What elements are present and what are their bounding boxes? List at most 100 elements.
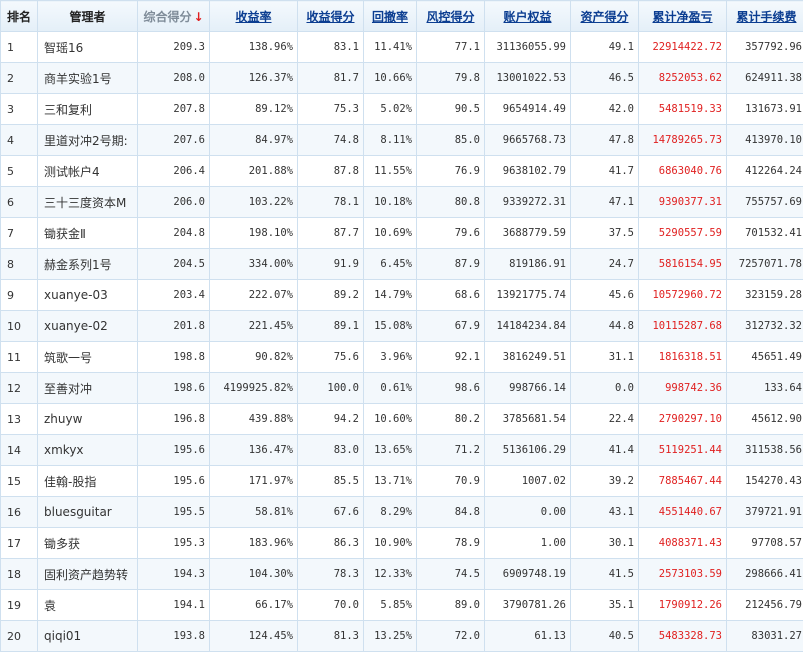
header-label: 排名 xyxy=(6,9,31,24)
cell-total-score: 195.6 xyxy=(137,465,210,497)
cell-net-pnl: 9390377.31 xyxy=(638,186,727,218)
cell-return-rate: 138.96% xyxy=(209,31,298,63)
table-row: 14 xmkyx 195.6 136.47% 83.0 13.65% 71.2 5136106… xyxy=(0,434,803,466)
cell-fees: 133.64 xyxy=(726,372,803,404)
sort-link-return-rate[interactable]: 收益率 xyxy=(235,10,271,24)
cell-return-score: 94.2 xyxy=(297,403,364,435)
table-row: 13 zhuyw 196.8 439.88% 94.2 10.60% 80.2 3785681… xyxy=(0,403,803,435)
header-rank: 排名 xyxy=(0,0,38,32)
cell-asset-score: 42.0 xyxy=(570,93,639,125)
cell-return-score: 89.1 xyxy=(297,310,364,342)
table-row: 16 bluesguitar 195.5 58.81% 67.6 8.29% 84.8 0.0… xyxy=(0,496,803,528)
cell-net-pnl: 5481519.33 xyxy=(638,93,727,125)
cell-fees: 154270.43 xyxy=(726,465,803,497)
cell-drawdown: 15.08% xyxy=(363,310,417,342)
cell-return-rate: 104.30% xyxy=(209,558,298,590)
cell-rank: 7 xyxy=(0,217,38,249)
cell-fees: 412264.24 xyxy=(726,155,803,187)
header-risk-score[interactable]: 风控得分 xyxy=(416,0,485,32)
cell-drawdown: 10.69% xyxy=(363,217,417,249)
cell-risk-score: 84.8 xyxy=(416,496,485,528)
cell-total-score: 206.4 xyxy=(137,155,210,187)
cell-risk-score: 85.0 xyxy=(416,124,485,156)
cell-fees: 45612.90 xyxy=(726,403,803,435)
cell-fees: 312732.32 xyxy=(726,310,803,342)
header-net-pnl[interactable]: 累计净盈亏 xyxy=(638,0,727,32)
header-total-score[interactable]: 综合得分 ↓ xyxy=(137,0,210,32)
header-asset-score[interactable]: 资产得分 xyxy=(570,0,639,32)
cell-total-score: 203.4 xyxy=(137,279,210,311)
cell-return-score: 85.5 xyxy=(297,465,364,497)
cell-return-rate: 201.88% xyxy=(209,155,298,187)
table-row: 20 qiqi01 193.8 124.45% 81.3 13.25% 72.0 61.13 4… xyxy=(0,620,803,652)
cell-return-score: 87.7 xyxy=(297,217,364,249)
cell-manager: 三十三度资本M xyxy=(37,186,138,218)
table-row: 3 三和复利 207.8 89.12% 75.3 5.02% 90.5 9654914.49 4… xyxy=(0,93,803,125)
cell-rank: 15 xyxy=(0,465,38,497)
cell-return-score: 78.1 xyxy=(297,186,364,218)
cell-fees: 379721.91 xyxy=(726,496,803,528)
cell-return-rate: 4199925.82% xyxy=(209,372,298,404)
cell-total-score: 195.5 xyxy=(137,496,210,528)
cell-rank: 10 xyxy=(0,310,38,342)
cell-return-score: 67.6 xyxy=(297,496,364,528)
cell-return-score: 75.3 xyxy=(297,93,364,125)
cell-rank: 18 xyxy=(0,558,38,590)
cell-drawdown: 3.96% xyxy=(363,341,417,373)
cell-drawdown: 13.65% xyxy=(363,434,417,466)
sort-link-account-equity[interactable]: 账户权益 xyxy=(503,10,551,24)
cell-account-equity: 0.00 xyxy=(484,496,571,528)
table-row: 1 智瑶16 209.3 138.96% 83.1 11.41% 77.1 31136055.… xyxy=(0,31,803,63)
cell-asset-score: 44.8 xyxy=(570,310,639,342)
cell-account-equity: 6909748.19 xyxy=(484,558,571,590)
sort-link-fees[interactable]: 累计手续费 xyxy=(736,10,796,24)
cell-drawdown: 12.33% xyxy=(363,558,417,590)
cell-return-rate: 90.82% xyxy=(209,341,298,373)
header-return-score[interactable]: 收益得分 xyxy=(297,0,364,32)
cell-risk-score: 72.0 xyxy=(416,620,485,652)
cell-net-pnl: 14789265.73 xyxy=(638,124,727,156)
header-account-equity[interactable]: 账户权益 xyxy=(484,0,571,32)
sort-link-asset-score[interactable]: 资产得分 xyxy=(580,10,628,24)
table-row: 5 测试帐户4 206.4 201.88% 87.8 11.55% 76.9 9638102.… xyxy=(0,155,803,187)
cell-fees: 131673.91 xyxy=(726,93,803,125)
cell-return-rate: 222.07% xyxy=(209,279,298,311)
cell-net-pnl: 1816318.51 xyxy=(638,341,727,373)
cell-manager: xuanye-03 xyxy=(37,279,138,311)
table-row: 19 袁 194.1 66.17% 70.0 5.85% 89.0 3790781.26 35.… xyxy=(0,589,803,621)
cell-fees: 323159.28 xyxy=(726,279,803,311)
cell-return-score: 81.3 xyxy=(297,620,364,652)
cell-fees: 624911.38 xyxy=(726,62,803,94)
cell-asset-score: 43.1 xyxy=(570,496,639,528)
header-return-rate[interactable]: 收益率 xyxy=(209,0,298,32)
cell-manager: 里道对冲2号期: xyxy=(37,124,138,156)
header-drawdown[interactable]: 回撤率 xyxy=(363,0,417,32)
cell-rank: 9 xyxy=(0,279,38,311)
cell-asset-score: 41.5 xyxy=(570,558,639,590)
table-row: 7 锄获金Ⅱ 204.8 198.10% 87.7 10.69% 79.6 3688779.5… xyxy=(0,217,803,249)
cell-drawdown: 6.45% xyxy=(363,248,417,280)
cell-fees: 212456.79 xyxy=(726,589,803,621)
cell-return-rate: 103.22% xyxy=(209,186,298,218)
cell-risk-score: 80.2 xyxy=(416,403,485,435)
cell-total-score: 195.6 xyxy=(137,434,210,466)
cell-drawdown: 10.60% xyxy=(363,403,417,435)
sort-link-net-pnl[interactable]: 累计净盈亏 xyxy=(652,10,712,24)
cell-return-rate: 84.97% xyxy=(209,124,298,156)
sort-link-drawdown[interactable]: 回撤率 xyxy=(372,10,408,24)
table-row: 2 商羊实验1号 208.0 126.37% 81.7 10.66% 79.8 1300102… xyxy=(0,62,803,94)
cell-return-score: 83.0 xyxy=(297,434,364,466)
cell-risk-score: 79.8 xyxy=(416,62,485,94)
cell-return-score: 81.7 xyxy=(297,62,364,94)
sort-link-risk-score[interactable]: 风控得分 xyxy=(426,10,474,24)
header-fees[interactable]: 累计手续费 xyxy=(726,0,803,32)
cell-fees: 97708.57 xyxy=(726,527,803,559)
cell-return-score: 83.1 xyxy=(297,31,364,63)
sort-desc-arrow-icon[interactable]: ↓ xyxy=(193,10,203,24)
cell-total-score: 198.6 xyxy=(137,372,210,404)
cell-risk-score: 67.9 xyxy=(416,310,485,342)
cell-rank: 14 xyxy=(0,434,38,466)
table-row: 12 至善对冲 198.6 4199925.82% 100.0 0.61% 98.6 9987… xyxy=(0,372,803,404)
cell-drawdown: 14.79% xyxy=(363,279,417,311)
sort-link-return-score[interactable]: 收益得分 xyxy=(306,10,354,24)
